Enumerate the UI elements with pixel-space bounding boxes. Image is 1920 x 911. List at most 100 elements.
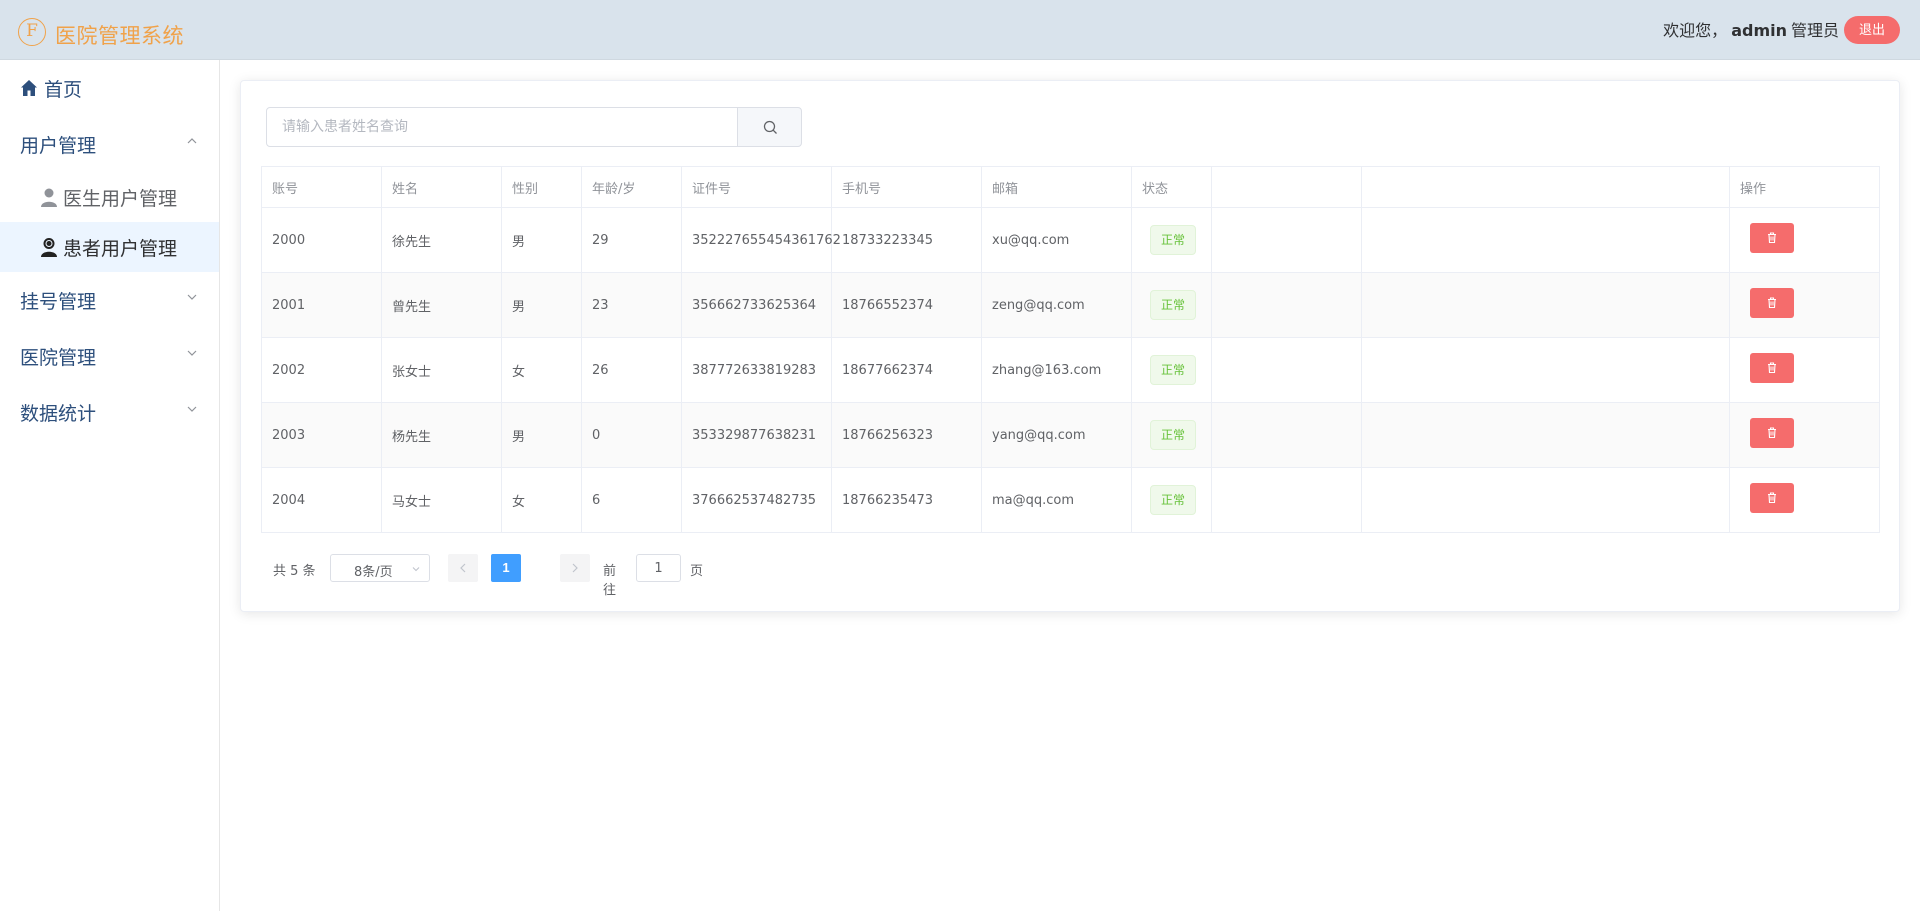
sidebar-group-registration-mgmt[interactable]: 挂号管理 xyxy=(0,272,219,328)
username: admin xyxy=(1731,21,1787,40)
page-size-select[interactable]: 8条/页 xyxy=(330,554,430,582)
chevron-down-icon xyxy=(412,567,420,572)
user-icon xyxy=(41,238,57,257)
chevron-right-icon xyxy=(572,563,578,573)
cell-email: yang@qq.com xyxy=(981,402,1132,468)
table-row: 2003 杨先生 男 0 353329877638231 18766256323… xyxy=(261,402,1880,468)
cell-empty xyxy=(1211,467,1362,533)
column-header-status[interactable]: 状态 xyxy=(1131,166,1212,208)
column-header-empty xyxy=(1211,166,1362,208)
cell-actions xyxy=(1729,402,1880,468)
goto-label: 前往 xyxy=(603,564,617,598)
goto-page-input[interactable] xyxy=(636,554,681,582)
patient-table: 账号 姓名 性别 年龄/岁 证件号 手机号 邮箱 状态 操作 2000 徐先生 … xyxy=(261,166,1880,533)
next-page-button[interactable] xyxy=(560,554,590,582)
table-row: 2000 徐先生 男 29 352227655454361762 1873322… xyxy=(261,207,1880,273)
column-header-gender[interactable]: 性别 xyxy=(501,166,582,208)
cell-phone: 18766552374 xyxy=(831,272,982,338)
pagination-total: 共 5 条 xyxy=(273,564,316,579)
goto-suffix: 页 xyxy=(690,564,704,579)
column-header-phone[interactable]: 手机号 xyxy=(831,166,982,208)
cell-actions xyxy=(1729,337,1880,403)
status-badge: 正常 xyxy=(1150,355,1197,385)
cell-age: 23 xyxy=(581,272,682,338)
table-header-row: 账号 姓名 性别 年龄/岁 证件号 手机号 邮箱 状态 操作 xyxy=(261,166,1880,208)
cell-email: ma@qq.com xyxy=(981,467,1132,533)
chevron-left-icon xyxy=(460,563,466,573)
welcome-prefix: 欢迎您， xyxy=(1663,21,1728,40)
cell-status: 正常 xyxy=(1131,207,1212,273)
sidebar-group-data-stats[interactable]: 数据统计 xyxy=(0,384,219,440)
cell-spacer xyxy=(1361,337,1730,403)
cell-name: 马女士 xyxy=(381,467,502,533)
cell-gender: 女 xyxy=(501,467,582,533)
delete-button[interactable] xyxy=(1750,223,1794,253)
cell-spacer xyxy=(1361,402,1730,468)
cell-email: xu@qq.com xyxy=(981,207,1132,273)
sidebar-item-doctor-users[interactable]: 医生用户管理 xyxy=(0,172,219,222)
delete-button[interactable] xyxy=(1750,353,1794,383)
logout-button[interactable]: 退出 xyxy=(1844,16,1900,44)
top-header: F 医院管理系统 欢迎您， admin 管理员 退出 xyxy=(0,0,1920,60)
page-size-value: 8条/页 xyxy=(354,565,393,580)
sidebar-group-user-mgmt[interactable]: 用户管理 xyxy=(0,116,219,172)
cell-name: 曾先生 xyxy=(381,272,502,338)
column-header-account[interactable]: 账号 xyxy=(261,166,382,208)
cell-name: 徐先生 xyxy=(381,207,502,273)
sidebar-item-label: 数据统计 xyxy=(20,403,97,425)
cell-spacer xyxy=(1361,467,1730,533)
cell-id-number: 387772633819283 xyxy=(681,337,832,403)
page-number-button[interactable]: 1 xyxy=(491,554,521,582)
trash-icon xyxy=(1768,232,1776,243)
cell-phone: 18733223345 xyxy=(831,207,982,273)
chevron-down-icon xyxy=(187,350,197,356)
cell-actions xyxy=(1729,272,1880,338)
cell-status: 正常 xyxy=(1131,272,1212,338)
sidebar-item-label: 医生用户管理 xyxy=(63,188,178,210)
column-header-email[interactable]: 邮箱 xyxy=(981,166,1132,208)
cell-email: zhang@163.com xyxy=(981,337,1132,403)
sidebar-item-label: 用户管理 xyxy=(20,135,97,157)
cell-empty xyxy=(1211,337,1362,403)
sidebar-group-hospital-mgmt[interactable]: 医院管理 xyxy=(0,328,219,384)
status-badge: 正常 xyxy=(1150,225,1197,255)
sidebar-item-patient-users[interactable]: 患者用户管理 xyxy=(0,222,219,272)
cell-id-number: 376662537482735 xyxy=(681,467,832,533)
delete-button[interactable] xyxy=(1750,418,1794,448)
cell-spacer xyxy=(1361,207,1730,273)
cell-actions xyxy=(1729,207,1880,273)
search-input[interactable] xyxy=(266,107,738,147)
column-header-age[interactable]: 年龄/岁 xyxy=(581,166,682,208)
sidebar-item-label: 患者用户管理 xyxy=(63,238,178,260)
sidebar-item-home[interactable]: 首页 xyxy=(0,60,219,116)
cell-phone: 18677662374 xyxy=(831,337,982,403)
trash-icon xyxy=(1768,297,1776,308)
table-row: 2004 马女士 女 6 376662537482735 18766235473… xyxy=(261,467,1880,533)
status-badge: 正常 xyxy=(1150,485,1197,515)
cell-age: 29 xyxy=(581,207,682,273)
cell-id-number: 353329877638231 xyxy=(681,402,832,468)
column-header-spacer xyxy=(1361,166,1730,208)
trash-icon xyxy=(1768,427,1776,438)
cell-account: 2004 xyxy=(261,467,382,533)
sidebar-menu: 首页 用户管理 医生用户管理 患者用户管理 挂号管理 医院管理 数据统计 xyxy=(0,60,220,911)
cell-status: 正常 xyxy=(1131,467,1212,533)
cell-age: 0 xyxy=(581,402,682,468)
delete-button[interactable] xyxy=(1750,288,1794,318)
search-button[interactable] xyxy=(737,107,802,147)
app-title: 医院管理系统 xyxy=(55,24,184,48)
cell-age: 6 xyxy=(581,467,682,533)
cell-status: 正常 xyxy=(1131,337,1212,403)
cell-empty xyxy=(1211,207,1362,273)
cell-gender: 男 xyxy=(501,207,582,273)
cell-account: 2003 xyxy=(261,402,382,468)
cell-empty xyxy=(1211,272,1362,338)
prev-page-button[interactable] xyxy=(448,554,478,582)
chevron-down-icon xyxy=(187,406,197,412)
cell-phone: 18766256323 xyxy=(831,402,982,468)
cell-email: zeng@qq.com xyxy=(981,272,1132,338)
column-header-id-number[interactable]: 证件号 xyxy=(681,166,832,208)
table-row: 2002 张女士 女 26 387772633819283 1867766237… xyxy=(261,337,1880,403)
delete-button[interactable] xyxy=(1750,483,1794,513)
column-header-name[interactable]: 姓名 xyxy=(381,166,502,208)
